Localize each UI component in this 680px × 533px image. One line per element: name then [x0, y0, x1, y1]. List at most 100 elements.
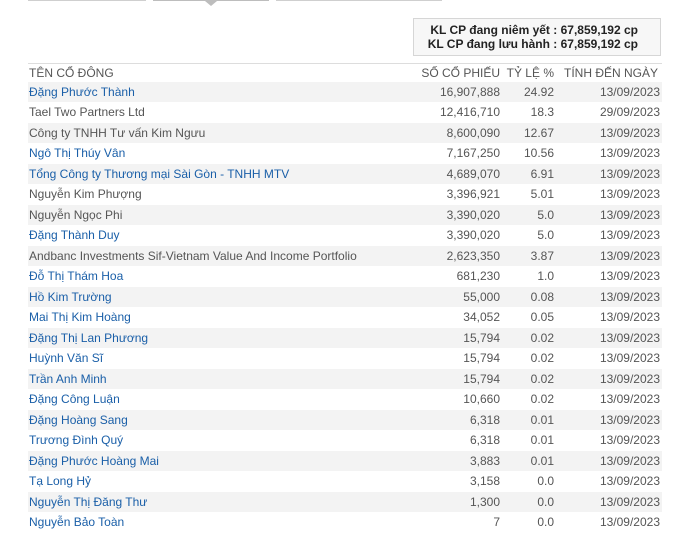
shareholder-name-link[interactable]: Trương Đình Quý [29, 433, 123, 447]
percent-cell: 0.01 [500, 450, 554, 471]
shareholder-name-link[interactable]: Đặng Thị Lan Phương [29, 331, 148, 345]
shareholder-name-link[interactable]: Nguyễn Bảo Toàn [29, 515, 124, 529]
tab-3[interactable] [276, 0, 442, 1]
shareholder-name-link[interactable]: Đặng Phước Thành [29, 85, 135, 99]
table-row: Mai Thị Kim Hoàng 34,052 0.05 13/09/2023 [28, 307, 662, 328]
percent-cell: 0.02 [500, 327, 554, 348]
shareholder-name-link[interactable]: Đặng Phước Hoàng Mai [29, 454, 159, 468]
as-of-date-cell: 13/09/2023 [599, 269, 660, 284]
shares-cell: 6,318 [469, 433, 500, 448]
as-of-date-cell: 13/09/2023 [599, 187, 660, 202]
shareholder-name-link[interactable]: Đặng Thành Duy [29, 228, 120, 242]
table-row: Tổng Công ty Thương mại Sài Gòn - TNHH M… [28, 163, 662, 184]
as-of-date-cell: 13/09/2023 [554, 327, 662, 348]
shares-cell: 2,623,350 [408, 245, 500, 266]
as-of-date-cell: 13/09/2023 [599, 228, 660, 243]
as-of-date-cell: 13/09/2023 [599, 392, 660, 407]
shareholder-name-link[interactable]: Trần Anh Minh [29, 372, 107, 386]
percent-cell: 1.0 [537, 269, 554, 284]
table-row: Nguyễn Thị Đăng Thư 1,300 0.0 13/09/2023 [28, 491, 662, 512]
shareholder-name-cell: Nguyễn Ngọc Phi [28, 204, 408, 225]
shareholder-name-link[interactable]: Đỗ Thị Thám Hoa [29, 269, 123, 283]
shareholder-name-link[interactable]: Ngô Thị Thúy Vân [29, 146, 125, 160]
as-of-date-cell: 13/09/2023 [554, 368, 662, 389]
percent-cell: 0.02 [530, 351, 554, 366]
shares-cell: 10,660 [463, 392, 500, 407]
percent-cell: 18.3 [530, 105, 554, 120]
shareholder-name-link[interactable]: Nguyễn Thị Đăng Thư [29, 495, 147, 509]
shareholder-name-cell: Đặng Phước Hoàng Mai [28, 450, 408, 471]
shareholder-name-text: Nguyễn Kim Phượng [29, 187, 142, 202]
shares-cell: 8,600,090 [408, 122, 500, 143]
shares-cell: 3,883 [408, 450, 500, 471]
shares-cell: 3,390,020 [446, 228, 500, 243]
shareholder-name-cell: Andbanc Investments Sif-Vietnam Value An… [28, 245, 408, 266]
shareholder-name-cell: Công ty TNHH Tư vấn Kim Ngưu [28, 122, 408, 143]
tab-1[interactable] [28, 0, 146, 1]
shareholder-name-link[interactable]: Tổng Công ty Thương mại Sài Gòn - TNHH M… [29, 167, 289, 181]
table-row: Andbanc Investments Sif-Vietnam Value An… [28, 245, 662, 266]
shares-cell: 12,416,710 [439, 105, 500, 120]
percent-cell: 0.0 [537, 474, 554, 489]
as-of-date-cell: 13/09/2023 [599, 146, 660, 161]
shareholder-name-cell: Mai Thị Kim Hoàng [28, 307, 408, 328]
shareholder-name-cell: Đỗ Thị Thám Hoa [28, 266, 408, 287]
shareholder-name-link[interactable]: Mai Thị Kim Hoàng [29, 310, 131, 324]
shareholder-name-cell: Tổng Công ty Thương mại Sài Gòn - TNHH M… [28, 163, 408, 184]
shareholder-name-link[interactable]: Đặng Công Luận [29, 392, 120, 406]
shares-cell: 681,230 [456, 269, 500, 284]
shares-cell: 55,000 [408, 286, 500, 307]
table-row: Hồ Kim Trường 55,000 0.08 13/09/2023 [28, 286, 662, 307]
shareholder-name-cell: Đặng Thành Duy [28, 225, 408, 246]
shareholder-name-link[interactable]: Đặng Hoàng Sang [29, 413, 128, 427]
table-row: Đỗ Thị Thám Hoa 681,230 1.0 13/09/2023 [28, 266, 662, 287]
percent-cell: 0.0 [537, 515, 554, 530]
as-of-date-cell: 13/09/2023 [554, 286, 662, 307]
share-summary-box: KL CP đang niêm yết : 67,859,192 cp KL C… [413, 18, 661, 56]
shareholder-name-text: Tael Two Partners Ltd [29, 105, 145, 120]
listed-shares-text: KL CP đang niêm yết : 67,859,192 cp [430, 23, 638, 37]
as-of-date-cell: 13/09/2023 [554, 163, 662, 184]
shareholder-name-cell: Đặng Phước Thành [28, 82, 408, 102]
shareholders-table: TÊN CỔ ĐÔNG SỐ CỔ PHIẾU TỶ LỆ % TÍNH ĐẾN… [28, 64, 662, 533]
table-row: Ngô Thị Thúy Vân 7,167,250 10.56 13/09/2023 [28, 143, 662, 164]
shares-cell: 6,318 [408, 409, 500, 430]
table-body: Đặng Phước Thành 16,907,888 24.92 13/09/202… [28, 82, 662, 533]
shares-cell: 34,052 [463, 310, 500, 325]
table-row: Công ty TNHH Tư vấn Kim Ngưu 8,600,090 12.… [28, 122, 662, 143]
as-of-date-cell: 13/09/2023 [554, 491, 662, 512]
table-row: Đặng Công Luận 10,660 0.02 13/09/2023 [28, 389, 662, 410]
shareholder-name-link[interactable]: Tạ Long Hỷ [29, 474, 91, 488]
shareholder-name-cell: Trương Đình Quý [28, 430, 408, 451]
percent-cell: 0.02 [500, 368, 554, 389]
percent-cell: 0.0 [500, 491, 554, 512]
shares-cell: 3,396,921 [446, 187, 500, 202]
as-of-date-cell: 13/09/2023 [554, 122, 662, 143]
percent-cell: 0.01 [500, 409, 554, 430]
shareholder-name-link[interactable]: Hồ Kim Trường [29, 290, 112, 304]
percent-cell: 0.08 [500, 286, 554, 307]
header-shares: SỐ CỔ PHIẾU [421, 66, 500, 80]
table-row: Đặng Thành Duy 3,390,020 5.0 13/09/2023 [28, 225, 662, 246]
table-row: Trương Đình Quý 6,318 0.01 13/09/2023 [28, 430, 662, 451]
table-row: Đặng Phước Hoàng Mai 3,883 0.01 13/09/2023 [28, 450, 662, 471]
shareholder-name-link[interactable]: Huỳnh Văn Sĩ [29, 351, 103, 365]
percent-cell: 5.0 [537, 228, 554, 243]
shares-cell: 15,794 [408, 327, 500, 348]
active-tab-caret-icon [205, 1, 217, 6]
as-of-date-cell: 13/09/2023 [599, 433, 660, 448]
shareholder-name-cell: Nguyễn Kim Phượng [28, 184, 408, 205]
as-of-date-cell: 13/09/2023 [554, 450, 662, 471]
percent-cell: 10.56 [523, 146, 554, 161]
table-row: Đặng Thị Lan Phương 15,794 0.02 13/09/2023 [28, 327, 662, 348]
shareholder-name-cell: Nguyễn Bảo Toàn [28, 512, 408, 533]
percent-cell: 3.87 [500, 245, 554, 266]
table-row: Tạ Long Hỷ 3,158 0.0 13/09/2023 [28, 471, 662, 492]
table-row: Đặng Hoàng Sang 6,318 0.01 13/09/2023 [28, 409, 662, 430]
shares-cell: 3,390,020 [408, 204, 500, 225]
table-row: Huỳnh Văn Sĩ 15,794 0.02 13/09/2023 [28, 348, 662, 369]
as-of-date-cell: 29/09/2023 [599, 105, 660, 120]
percent-cell: 0.01 [530, 433, 554, 448]
as-of-date-cell: 13/09/2023 [554, 245, 662, 266]
as-of-date-cell: 13/09/2023 [554, 409, 662, 430]
